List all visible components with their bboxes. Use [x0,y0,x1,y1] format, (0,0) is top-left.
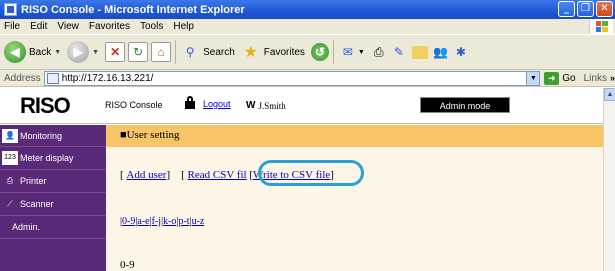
user-name: J.Smith [258,100,286,111]
window-controls: _ ❐ ✕ [558,1,613,17]
chevron-down-icon: ▼ [357,48,365,56]
messenger-icon[interactable]: 👥 [431,42,451,62]
riso-logo: RISO [20,93,71,118]
title-bar: RISO Console - Microsoft Internet Explor… [0,0,615,19]
forward-arrow-icon: ▶ [67,41,90,63]
meter-icon: 123 [2,151,18,165]
console-title: RISO Console [105,100,163,110]
chevron-down-icon: ▼ [54,48,62,56]
sidebar-item-printer[interactable]: ⎙ Printer [0,170,106,193]
sidebar: 👤 Monitoring 123 Meter display ⎙ Printer… [0,125,106,271]
address-bar: Address http://172.16.13.221/ ▼ ➜ Go Lin… [0,70,615,87]
content-header: ■User setting [106,125,603,147]
back-label: Back [29,46,52,58]
printer-icon: ⎙ [6,176,14,185]
page-icon [46,72,59,84]
sidebar-item-label: Admin. [12,222,41,232]
go-button[interactable]: ➜ Go [544,71,576,85]
search-label: Search [203,46,235,58]
window-title: RISO Console - Microsoft Internet Explor… [21,3,245,16]
page-title: ■User setting [120,129,180,141]
menu-help[interactable]: Help [173,21,194,32]
user-icon: W [246,100,256,111]
close-button[interactable]: ✕ [596,1,613,17]
content-area: [ Add user ] [ Read CSV fil [ Write to C… [106,147,603,271]
sidebar-item-label: Monitoring [20,130,63,141]
go-label: Go [562,72,576,84]
edit-icon[interactable]: ✎ [389,42,409,62]
sidebar-item-label: Meter display [20,153,74,163]
alpha-index: | 0-9 | a-e | f-j | k-o | p-t | u-z [120,216,204,227]
menu-edit[interactable]: Edit [30,21,47,32]
section-heading: 0-9 [120,259,135,271]
print-icon[interactable]: ⎙ [369,42,389,62]
links-button[interactable]: Links [584,73,607,84]
lock-icon [185,96,195,109]
monitoring-icon: 👤 [2,128,18,143]
index-link-u-z[interactable]: u-z [192,216,205,227]
toolbar-separator [175,40,177,64]
favorites-label: Favorites [263,46,305,58]
stop-icon[interactable]: ✕ [105,42,126,62]
vertical-scrollbar[interactable]: ▲ [603,88,615,271]
sidebar-item-meter-display[interactable]: 123 Meter display [0,147,106,170]
go-arrow-icon: ➜ [544,71,560,85]
sidebar-item-scanner[interactable]: ⟋ Scanner [0,193,106,216]
home-icon[interactable]: ⌂ [151,42,172,62]
web-page: RISO RISO Console Logout W J.Smith Admin… [0,88,603,271]
riso-header: RISO RISO Console Logout W J.Smith Admin… [0,88,603,124]
read-csv-link[interactable]: Read CSV fil [188,169,247,181]
chevron-down-icon[interactable]: ▼ [526,71,540,85]
index-link-0-9[interactable]: 0-9 [122,216,135,227]
search-button[interactable]: ⚲ Search [180,42,235,62]
minimize-button[interactable]: _ [558,1,575,17]
forward-button[interactable]: ▶ ▼ [67,41,99,63]
windows-logo-icon [589,19,613,34]
menu-bar: File Edit View Favorites Tools Help [0,19,615,34]
add-user-link[interactable]: Add user [126,169,166,181]
mail-icon[interactable]: ✉ [338,42,358,62]
favorites-button[interactable]: ★ Favorites [241,42,305,62]
index-link-p-t[interactable]: p-t [178,216,189,227]
history-icon[interactable]: ↺ [310,43,329,61]
admin-mode-button[interactable]: Admin mode [420,97,510,113]
address-url: http://172.16.13.221/ [61,72,154,84]
chevron-right-icon[interactable]: » [610,73,615,83]
browser-toolbar: ◀ Back ▼ ▶ ▼ ✕ ↻ ⌂ ⚲ Search ★ Favorites … [0,34,615,70]
menu-file[interactable]: File [4,21,20,32]
logout-link-group[interactable]: Logout [185,96,231,109]
user-info: W J.Smith [246,100,286,111]
menu-favorites[interactable]: Favorites [89,21,130,32]
index-link-k-o[interactable]: k-o [163,216,176,227]
star-icon: ★ [243,44,258,61]
ie-app-icon [4,3,17,16]
sidebar-item-admin[interactable]: Admin. [0,216,106,239]
menu-view[interactable]: View [57,21,79,32]
bluetooth-icon[interactable]: ✱ [451,42,471,62]
folder-icon[interactable] [411,45,428,59]
address-label: Address [4,72,41,84]
menu-tools[interactable]: Tools [140,21,163,32]
address-input[interactable]: http://172.16.13.221/ ▼ [43,70,541,86]
maximize-button[interactable]: ❐ [577,1,594,17]
back-button[interactable]: ◀ Back ▼ [4,41,61,63]
logout-link[interactable]: Logout [203,99,231,109]
index-link-f-j[interactable]: f-j [152,216,161,227]
search-icon: ⚲ [185,45,195,59]
scanner-icon: ⟋ [7,199,13,208]
scroll-up-icon[interactable]: ▲ [604,88,615,101]
sidebar-item-label: Scanner [20,199,54,209]
toolbar-separator [332,40,334,64]
refresh-icon[interactable]: ↻ [128,42,149,62]
bracket-close: ] [ [166,169,188,181]
chevron-down-icon: ▼ [92,48,100,56]
highlight-circle [258,160,364,186]
sidebar-item-label: Printer [20,176,47,186]
sidebar-item-monitoring[interactable]: 👤 Monitoring [0,125,106,147]
back-arrow-icon: ◀ [4,41,26,63]
index-link-a-e[interactable]: a-e [137,216,149,227]
